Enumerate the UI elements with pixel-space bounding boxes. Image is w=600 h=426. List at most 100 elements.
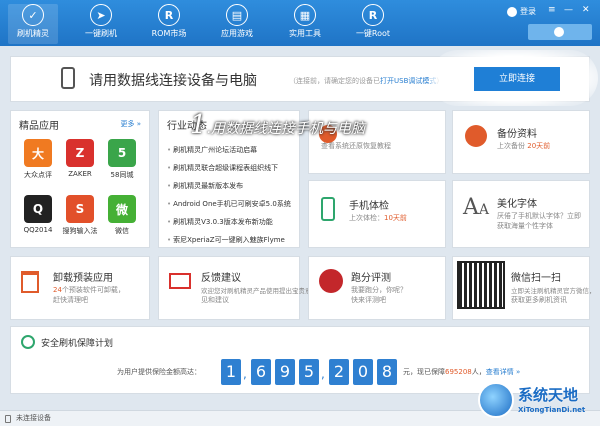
amount-digit: 0 <box>353 359 373 385</box>
nav-label: 应用游戏 <box>221 29 253 38</box>
font-title: 美化字体 <box>497 199 537 210</box>
zaker-icon: Z <box>66 139 94 167</box>
phone-check-sub: 上次体检：10天前 <box>349 213 407 223</box>
nav-rom-market[interactable]: R ROM市场 <box>144 4 194 44</box>
connect-title: 请用数据线连接设备与电脑 <box>89 73 257 89</box>
featured-apps-panel: 精品应用 更多 » 大 大众点评 Z ZAKER 5 58同城 Q QQ2014… <box>10 110 150 248</box>
news-item[interactable]: 刷机精灵V3.0.3版本发布新功能 <box>167 217 302 227</box>
menu-icon[interactable]: ≡ <box>548 5 556 15</box>
app-wechat[interactable]: 微 微信 <box>101 195 143 236</box>
root-icon: R <box>362 4 384 26</box>
news-item[interactable]: 索尼XperiaZ可一键刷入魅族Flyme <box>167 235 302 245</box>
nav-label: 一键刷机 <box>85 29 117 38</box>
benchmark-icon <box>319 269 343 293</box>
nav-one-click-flash[interactable]: ➤ 一键刷机 <box>76 4 126 44</box>
backup-sub-value: 20天前 <box>527 142 551 150</box>
annotation-text: .用数据线连接手机与电脑 <box>206 121 365 137</box>
feedback-title: 反馈建议 <box>201 273 241 284</box>
amount-separator: , <box>321 367 325 381</box>
news-item[interactable]: Android One手机已可刷安卓5.0系统 <box>167 199 302 209</box>
app-label: ZAKER <box>68 170 92 178</box>
benchmark-sub-2: 快来评测吧 <box>351 296 386 304</box>
nav-label: 一键Root <box>355 29 391 38</box>
benchmark-sub-1: 我要跑分，你呢？ <box>351 286 407 294</box>
nav-apps-games[interactable]: ▤ 应用游戏 <box>212 4 262 44</box>
connect-now-button[interactable]: 立即连接 <box>474 67 560 91</box>
qq-icon: Q <box>24 195 52 223</box>
phone-check-title: 手机体检 <box>349 201 389 212</box>
amount-digit: 6 <box>251 359 271 385</box>
login-link[interactable]: 登录 <box>507 6 536 17</box>
app-sogou[interactable]: S 搜狗输入法 <box>59 195 101 236</box>
watermark-logo-icon <box>478 382 514 418</box>
guarantee-count: 695208 <box>445 368 472 376</box>
app-qq[interactable]: Q QQ2014 <box>17 195 59 234</box>
phone-check-icon <box>321 197 335 221</box>
annotation-number: 1 <box>190 110 207 140</box>
amount-digit: 9 <box>275 359 295 385</box>
uninstall-sub-rest: 个预装软件可卸载， <box>61 286 125 294</box>
guarantee-tail-prefix: 元，现已保障 <box>403 368 445 376</box>
amount-digit: 1 <box>221 359 241 385</box>
site-watermark: 系统天地 XiTongTianDi.net <box>478 380 600 426</box>
phone-check-card[interactable]: 手机体检 上次体检：10天前 <box>308 180 446 248</box>
usb-debug-link[interactable]: 打开USB调试模式 <box>380 77 436 85</box>
phone-check-sub-value: 10天前 <box>384 214 407 222</box>
top-nav-bar: ✓ 刷机精灵 ➤ 一键刷机 R ROM市场 ▤ 应用游戏 ▦ 实用工具 R 一键… <box>0 0 600 46</box>
wechat-scan-card[interactable]: 微信扫一扫 立即关注刷机精灵官方微信， 获取更多刷机资讯 <box>452 256 596 320</box>
wechat-icon: 微 <box>108 195 136 223</box>
backup-icon <box>465 125 487 147</box>
app-zaker[interactable]: Z ZAKER <box>59 139 101 178</box>
minimize-icon[interactable]: — <box>564 5 573 15</box>
arrow-icon: ➤ <box>90 4 112 26</box>
amount-separator: , <box>243 367 247 381</box>
benchmark-card[interactable]: 跑分评测 我要跑分，你呢？ 快来评测吧 <box>308 256 446 320</box>
more-apps-link[interactable]: 更多 » <box>120 119 141 129</box>
nav-one-click-root[interactable]: R 一键Root <box>348 4 398 44</box>
nav-flash-wizard[interactable]: ✓ 刷机精灵 <box>8 4 58 44</box>
font-sub-1: 厌倦了手机默认字体？立即 <box>497 212 581 220</box>
font-card[interactable]: AA 美化字体 厌倦了手机默认字体？立即 获取海量个性字体 <box>452 180 590 248</box>
app-label: 搜狗输入法 <box>62 227 98 235</box>
news-item[interactable]: 刷机精灵最新版本发布 <box>167 181 302 191</box>
app-label: QQ2014 <box>23 226 53 234</box>
app-label: 大众点评 <box>24 171 52 179</box>
app-label: 58同城 <box>110 171 134 179</box>
backup-sub-prefix: 上次备份 <box>497 142 525 150</box>
app-dianping[interactable]: 大 大众点评 <box>17 139 59 180</box>
backup-card[interactable]: 备份资料 上次备份 20天前 <box>452 110 590 174</box>
dianping-icon: 大 <box>24 139 52 167</box>
phone-icon <box>61 67 75 89</box>
avatar-icon <box>507 6 517 17</box>
app-label: 微信 <box>115 227 129 235</box>
nav-label: 实用工具 <box>289 29 321 38</box>
app-58[interactable]: 5 58同城 <box>101 139 143 180</box>
nav-tools[interactable]: ▦ 实用工具 <box>280 4 330 44</box>
download-button[interactable] <box>528 24 592 40</box>
connect-hint: （连接前，请确定您的设备已打开USB调试模式） <box>289 76 443 86</box>
feedback-card[interactable]: 反馈建议 欢迎您对刷机精灵产品使用提出宝贵意 见和建议 <box>158 256 312 320</box>
device-status-text: 未连接设备 <box>16 414 51 422</box>
wechat-scan-sub-1: 立即关注刷机精灵官方微信， <box>511 287 596 295</box>
rom-icon: R <box>158 4 180 26</box>
news-item[interactable]: 刷机精灵联合超级课程表组织线下 <box>167 163 302 173</box>
download-icon <box>554 27 564 37</box>
apps-icon: ▤ <box>226 4 248 26</box>
qr-code-icon <box>457 261 505 309</box>
backup-title: 备份资料 <box>497 129 537 140</box>
view-details-link[interactable]: 查看详情 » <box>486 368 521 376</box>
guarantee-title: 安全刷机保障计划 <box>41 339 114 349</box>
amount-digit: 2 <box>329 359 349 385</box>
instruction-annotation: 1.用数据线连接手机与电脑 <box>190 110 365 140</box>
feedback-sub-1: 欢迎您对刷机精灵产品使用提出宝贵意 <box>201 287 312 295</box>
shield-check-icon: ✓ <box>22 4 44 26</box>
trash-icon <box>21 271 39 293</box>
uninstall-card[interactable]: 卸载预装应用 24个预装软件可卸载， 赶快清理吧 <box>10 256 150 320</box>
guarantee-tail-suffix: 人， <box>471 368 486 376</box>
sogou-icon: S <box>66 195 94 223</box>
shield-icon <box>21 335 35 349</box>
uninstall-sub-1: 24个预装软件可卸载， <box>53 285 125 295</box>
connect-hint-text: （连接前，请确定您的设备已 <box>289 77 380 85</box>
close-icon[interactable]: ✕ <box>582 5 590 15</box>
news-item[interactable]: 刷机精灵广州论坛活动启幕 <box>167 145 302 155</box>
